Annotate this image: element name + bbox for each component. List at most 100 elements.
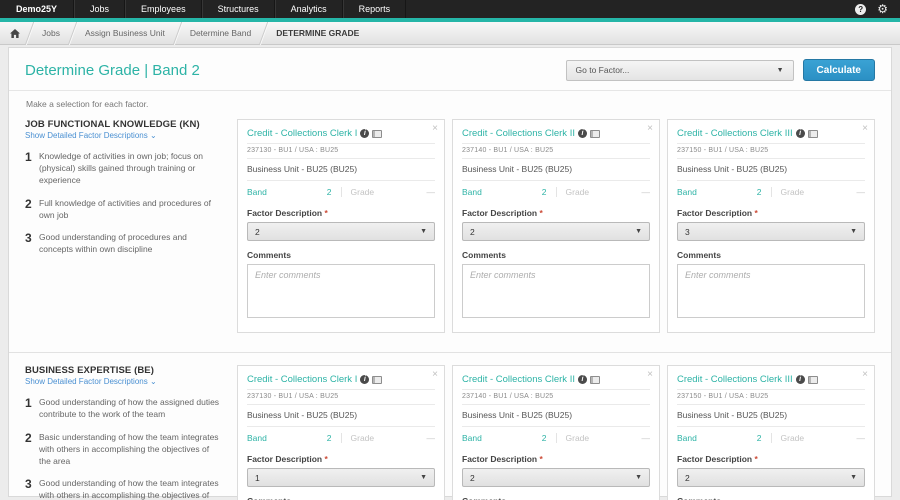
comments-label: Comments xyxy=(462,496,650,500)
close-icon[interactable]: × xyxy=(647,369,653,380)
factor-description-value: 1 xyxy=(255,473,260,483)
instruction-text: Make a selection for each factor. xyxy=(9,91,891,109)
show-descriptions-label: Show Detailed Factor Descriptions xyxy=(25,377,148,386)
required-mark: * xyxy=(539,208,542,218)
nav-item-structures[interactable]: Structures xyxy=(202,0,275,18)
grade-label: Grade xyxy=(566,433,590,443)
card-title-link[interactable]: Credit - Collections Clerk III xyxy=(677,374,793,385)
info-icon[interactable]: i xyxy=(578,129,587,138)
close-icon[interactable]: × xyxy=(432,369,438,380)
factor-number: 1 xyxy=(25,397,39,421)
breadcrumb: Jobs Assign Business Unit Determine Band… xyxy=(0,22,900,45)
factor-text: Basic understanding of how the team inte… xyxy=(39,432,223,468)
factor-description-select[interactable]: 2 ▼ xyxy=(247,222,435,241)
factor-number: 2 xyxy=(25,198,39,222)
goto-factor-select-value: Go to Factor... xyxy=(576,65,630,75)
band-label: Band xyxy=(247,433,267,443)
band-label: Band xyxy=(677,433,697,443)
factor-description-select[interactable]: 1 ▼ xyxy=(247,468,435,487)
book-icon[interactable] xyxy=(808,130,818,138)
nav-item-reports[interactable]: Reports xyxy=(343,0,407,18)
factor-description-value: 2 xyxy=(255,227,260,237)
chevron-down-icon: ▼ xyxy=(777,67,784,74)
close-icon[interactable]: × xyxy=(647,123,653,134)
book-icon[interactable] xyxy=(808,376,818,384)
factor-description-select[interactable]: 2 ▼ xyxy=(462,468,650,487)
band-grade-row: Band2 Grade— xyxy=(462,181,650,204)
close-icon[interactable]: × xyxy=(432,123,438,134)
section-title: BUSINESS EXPERTISE (BE) xyxy=(25,365,223,376)
nav-right-icons: ? ⚙ xyxy=(855,0,900,18)
show-descriptions-link[interactable]: Show Detailed Factor Descriptions ⌄ xyxy=(25,377,223,386)
job-code: 237150 - BU1 / USA : BU25 xyxy=(677,144,865,159)
chevron-down-icon: ▼ xyxy=(420,474,427,481)
card-title-link[interactable]: Credit - Collections Clerk II xyxy=(462,374,575,385)
factor-number: 1 xyxy=(25,151,39,187)
comments-label: Comments xyxy=(247,496,435,500)
business-unit: Business Unit - BU25 (BU25) xyxy=(462,159,650,181)
grade-value: — xyxy=(427,187,436,197)
nav-item-jobs[interactable]: Jobs xyxy=(74,0,125,18)
goto-factor-select[interactable]: Go to Factor... ▼ xyxy=(566,60,794,81)
info-icon[interactable]: i xyxy=(578,375,587,384)
required-mark: * xyxy=(754,208,757,218)
info-icon[interactable]: i xyxy=(360,129,369,138)
nav-item-analytics[interactable]: Analytics xyxy=(275,0,343,18)
book-icon[interactable] xyxy=(372,376,382,384)
factor-description-label: Factor Description * xyxy=(677,208,865,218)
comments-textarea[interactable] xyxy=(677,264,865,318)
card-title-link[interactable]: Credit - Collections Clerk I xyxy=(247,128,357,139)
factor-description-label: Factor Description * xyxy=(247,208,435,218)
band-value: 2 xyxy=(542,187,547,197)
job-code: 237130 - BU1 / USA : BU25 xyxy=(247,144,435,159)
book-icon[interactable] xyxy=(372,130,382,138)
breadcrumb-item-jobs[interactable]: Jobs xyxy=(30,28,72,38)
header-controls: Go to Factor... ▼ Calculate xyxy=(566,59,875,81)
factor-number: 3 xyxy=(25,478,39,500)
nav-brand[interactable]: Demo25Y xyxy=(0,0,74,18)
band-label: Band xyxy=(247,187,267,197)
help-icon[interactable]: ? xyxy=(855,4,866,15)
grade-label: Grade xyxy=(781,433,805,443)
info-icon[interactable]: i xyxy=(796,129,805,138)
nav-item-employees[interactable]: Employees xyxy=(125,0,202,18)
factor-description-label: Factor Description * xyxy=(247,454,435,464)
grade-value: — xyxy=(857,187,866,197)
page-title: Determine Grade | Band 2 xyxy=(25,62,200,79)
close-icon[interactable]: × xyxy=(862,369,868,380)
chevron-down-icon: ▼ xyxy=(850,228,857,235)
band-grade-row: Band2 Grade— xyxy=(677,427,865,450)
chevron-down-icon: ▼ xyxy=(850,474,857,481)
card-title-link[interactable]: Credit - Collections Clerk II xyxy=(462,128,575,139)
chevron-down-icon: ▼ xyxy=(635,474,642,481)
book-icon[interactable] xyxy=(590,376,600,384)
comments-textarea[interactable] xyxy=(247,264,435,318)
info-icon[interactable]: i xyxy=(360,375,369,384)
job-code: 237130 - BU1 / USA : BU25 xyxy=(247,390,435,405)
card-title-link[interactable]: Credit - Collections Clerk III xyxy=(677,128,793,139)
band-value: 2 xyxy=(757,433,762,443)
breadcrumb-item-assign-business-unit[interactable]: Assign Business Unit xyxy=(73,28,177,38)
show-descriptions-link[interactable]: Show Detailed Factor Descriptions ⌄ xyxy=(25,131,223,140)
close-icon[interactable]: × xyxy=(862,123,868,134)
section-business-expertise: BUSINESS EXPERTISE (BE) Show Detailed Fa… xyxy=(9,352,891,500)
band-label: Band xyxy=(462,187,482,197)
band-grade-row: Band2 Grade— xyxy=(677,181,865,204)
factor-description-value: 3 xyxy=(685,227,690,237)
factor-option: 2 Full knowledge of activities and proce… xyxy=(25,198,223,222)
home-icon[interactable] xyxy=(0,29,29,38)
card-title-link[interactable]: Credit - Collections Clerk I xyxy=(247,374,357,385)
factor-description-select[interactable]: 2 ▼ xyxy=(677,468,865,487)
factor-description-select[interactable]: 2 ▼ xyxy=(462,222,650,241)
required-mark: * xyxy=(324,208,327,218)
business-unit: Business Unit - BU25 (BU25) xyxy=(677,159,865,181)
calculate-button[interactable]: Calculate xyxy=(803,59,875,81)
band-value: 2 xyxy=(327,187,332,197)
book-icon[interactable] xyxy=(590,130,600,138)
gear-icon[interactable]: ⚙ xyxy=(877,3,888,15)
factor-description-select[interactable]: 3 ▼ xyxy=(677,222,865,241)
breadcrumb-item-determine-band[interactable]: Determine Band xyxy=(178,28,263,38)
comments-textarea[interactable] xyxy=(462,264,650,318)
info-icon[interactable]: i xyxy=(796,375,805,384)
comments-label: Comments xyxy=(462,250,650,260)
